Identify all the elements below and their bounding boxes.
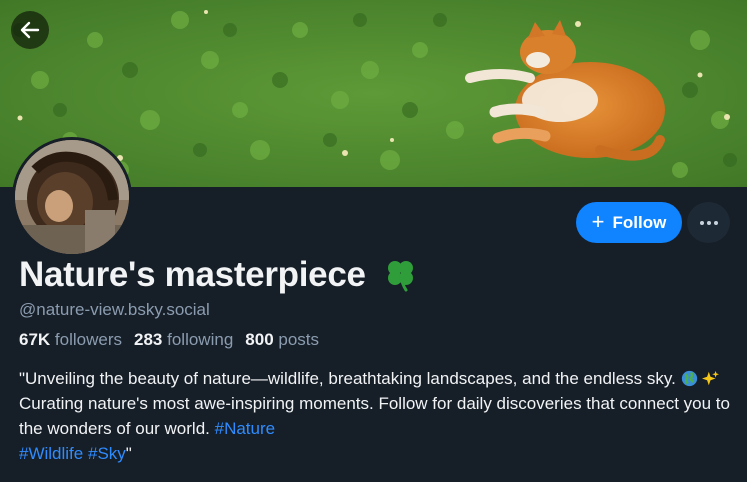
profile-bio: "Unveiling the beauty of nature—wildlife… xyxy=(19,366,731,466)
bio-text-1: "Unveiling the beauty of nature—wildlife… xyxy=(19,369,681,388)
following-link[interactable]: 283 following xyxy=(134,330,233,350)
avatar-image xyxy=(15,140,129,254)
plus-icon: + xyxy=(591,208,605,234)
sparkles-icon xyxy=(702,370,720,386)
follow-button[interactable]: + Follow xyxy=(576,202,682,243)
posts-label: posts xyxy=(278,330,320,349)
following-label: following xyxy=(167,330,234,349)
profile-handle: @nature-view.bsky.social xyxy=(19,300,210,319)
back-button[interactable] xyxy=(11,11,49,49)
bio-text-2: Curating nature's most awe-inspiring mom… xyxy=(19,394,730,438)
profile-stats: 67K followers 283 following 800 posts xyxy=(19,330,319,350)
followers-link[interactable]: 67K followers xyxy=(19,330,122,350)
four-leaf-clover-icon xyxy=(387,261,413,292)
hashtag-wildlife[interactable]: #Wildlife xyxy=(19,444,83,463)
avatar[interactable] xyxy=(12,137,132,257)
followers-count: 67K xyxy=(19,330,51,349)
posts-count: 800 xyxy=(245,330,274,349)
more-options-button[interactable] xyxy=(687,202,730,243)
globe-icon xyxy=(681,370,697,387)
follow-label: Follow xyxy=(612,212,667,232)
hashtag-nature[interactable]: #Nature xyxy=(215,419,275,438)
profile-page: + Follow Nature's masterpiece @nature-vi… xyxy=(0,0,747,482)
following-count: 283 xyxy=(134,330,163,349)
profile-name-row: Nature's masterpiece xyxy=(19,255,418,295)
ellipsis-icon xyxy=(699,220,718,225)
followers-label: followers xyxy=(54,330,123,349)
arrow-left-icon xyxy=(20,21,40,39)
hashtag-sky[interactable]: #Sky xyxy=(88,444,126,463)
display-name: Nature's masterpiece xyxy=(19,255,366,294)
bio-closing-quote: " xyxy=(125,444,132,463)
posts-stat: 800 posts xyxy=(245,330,319,350)
